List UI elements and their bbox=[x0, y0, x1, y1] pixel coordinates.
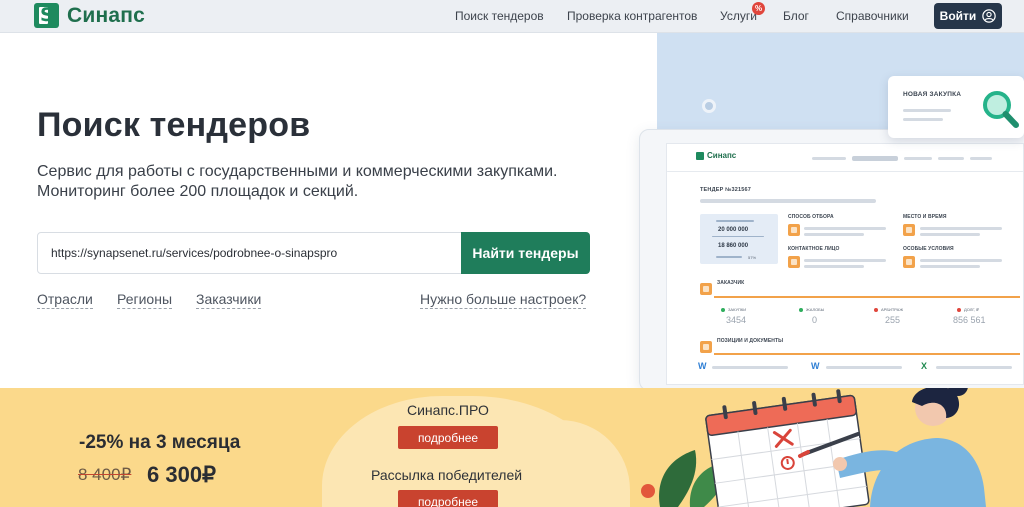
document-bar bbox=[712, 366, 788, 369]
stat-label-debt: ДОЛГ, ₽ bbox=[964, 307, 979, 312]
nav-counterparty-check[interactable]: Проверка контрагентов bbox=[567, 0, 697, 33]
login-button[interactable]: Войти bbox=[934, 3, 1002, 29]
laptop-screen bbox=[666, 143, 1024, 385]
decorative-circle bbox=[702, 99, 716, 113]
positions-divider bbox=[714, 353, 1020, 355]
stat-label-purchases: ЗАКУПКИ bbox=[728, 307, 747, 312]
place-time-icon bbox=[903, 224, 915, 236]
page-title: Поиск тендеров bbox=[37, 106, 311, 144]
special-conditions-label: ОСОБЫЕ УСЛОВИЯ bbox=[903, 246, 954, 252]
stat-dot bbox=[957, 308, 961, 312]
find-tenders-button[interactable]: Найти тендеры bbox=[461, 232, 590, 274]
word-document-icon: W bbox=[698, 361, 707, 371]
contact-person-label: КОНТАКТНОЕ ЛИЦО bbox=[788, 246, 840, 252]
selection-method-label: СПОСОБ ОТБОРА bbox=[788, 214, 834, 220]
mini-header-divider bbox=[667, 171, 1023, 172]
mini-nav-bar bbox=[812, 157, 846, 160]
login-label: Войти bbox=[939, 9, 977, 23]
new-purchase-bar bbox=[903, 109, 951, 112]
promo-discount-text: -25% на 3 месяца bbox=[79, 432, 241, 453]
mini-logo-text: Синапс bbox=[707, 151, 737, 160]
product-sinaps-pro-details-button[interactable]: подробнее bbox=[398, 426, 498, 449]
info-bar bbox=[920, 233, 980, 236]
promo-old-price: 8 400₽ bbox=[78, 465, 132, 484]
tender-search-input[interactable] bbox=[38, 233, 461, 273]
price-final: 18 860 000 bbox=[718, 243, 749, 249]
hero-subtitle-line-1: Сервис для работы с государственными и к… bbox=[37, 163, 558, 180]
customer-label: ЗАКАЗЧИК bbox=[717, 280, 745, 286]
mini-nav-bar bbox=[904, 157, 932, 160]
document-bar bbox=[826, 366, 902, 369]
price-box-bar bbox=[716, 220, 754, 222]
hero-subtitle: Сервис для работы с государственными и к… bbox=[37, 162, 597, 202]
nav-blog[interactable]: Блог bbox=[783, 0, 809, 33]
tender-title-bar bbox=[700, 199, 876, 203]
info-bar bbox=[920, 259, 1002, 262]
info-bar bbox=[804, 227, 886, 230]
info-bar bbox=[920, 265, 980, 268]
positions-documents-label: ПОЗИЦИИ И ДОКУМЕНТЫ bbox=[717, 338, 784, 344]
price-box-bar bbox=[712, 236, 764, 237]
nav-services[interactable]: Услуги bbox=[720, 0, 757, 33]
filter-link-customers[interactable]: Заказчики bbox=[196, 291, 262, 309]
mini-logo: Синапс bbox=[696, 151, 736, 160]
tender-number: ТЕНДЕР №321567 bbox=[700, 187, 752, 193]
price-percent: 57% bbox=[748, 255, 757, 260]
calendar-person-illustration bbox=[641, 388, 986, 507]
place-time-label: МЕСТО И ВРЕМЯ bbox=[903, 214, 947, 220]
mini-nav-bar bbox=[852, 156, 898, 161]
stat-label-arbitration: АРБИТРАЖ bbox=[881, 307, 904, 312]
magnifier-icon bbox=[983, 91, 1019, 128]
hero-subtitle-line-2: Мониторинг более 200 площадок и секций. bbox=[37, 183, 359, 200]
logo-text: Синапс bbox=[67, 3, 146, 27]
top-header: Синапс Поиск тендеров Проверка контраген… bbox=[0, 0, 1024, 33]
customer-icon bbox=[700, 283, 712, 295]
stat-value-arbitration: 255 bbox=[885, 315, 901, 325]
stat-value-debt: 856 561 bbox=[953, 315, 986, 325]
word-document-icon: W bbox=[811, 361, 820, 371]
product-sinaps-pro-title: Синапс.ПРО bbox=[407, 402, 489, 418]
filter-link-regions[interactable]: Регионы bbox=[117, 291, 173, 309]
tender-search-form: Найти тендеры bbox=[37, 232, 590, 274]
excel-document-icon: X bbox=[921, 361, 928, 371]
positions-icon bbox=[700, 341, 712, 353]
info-bar bbox=[804, 259, 886, 262]
logo-mark-icon bbox=[34, 3, 59, 28]
stat-value-purchases: 3454 bbox=[726, 315, 747, 325]
selection-method-icon bbox=[788, 224, 800, 236]
stat-label-complaints: ЖАЛОБЫ bbox=[806, 307, 825, 312]
info-bar bbox=[804, 233, 864, 236]
stat-dot bbox=[721, 308, 725, 312]
site-logo[interactable]: Синапс bbox=[34, 3, 145, 28]
info-bar bbox=[804, 265, 864, 268]
mini-nav-bar bbox=[938, 157, 964, 160]
price-initial: 20 000 000 bbox=[718, 227, 749, 233]
nav-tender-search[interactable]: Поиск тендеров bbox=[455, 0, 544, 33]
user-icon bbox=[982, 9, 997, 23]
price-box-bar bbox=[716, 256, 742, 258]
new-purchase-title: НОВАЯ ЗАКУПКА bbox=[903, 91, 962, 98]
stat-dot bbox=[874, 308, 878, 312]
promo-new-price: 6 300₽ bbox=[147, 462, 217, 487]
stat-value-complaints: 0 bbox=[812, 315, 818, 325]
services-discount-badge: % bbox=[752, 2, 765, 15]
nav-directories[interactable]: Справочники bbox=[836, 0, 909, 33]
document-bar bbox=[936, 366, 1012, 369]
stat-dot bbox=[799, 308, 803, 312]
new-purchase-bar bbox=[903, 118, 943, 121]
filter-link-industries[interactable]: Отрасли bbox=[37, 291, 93, 309]
product-winners-mailing-title: Рассылка победителей bbox=[371, 467, 523, 483]
product-winners-mailing-details-button[interactable]: подробнее bbox=[398, 490, 498, 507]
special-conditions-icon bbox=[903, 256, 915, 268]
contact-person-icon bbox=[788, 256, 800, 268]
customer-divider bbox=[714, 296, 1020, 298]
more-settings-link[interactable]: Нужно больше настроек? bbox=[420, 291, 587, 309]
mini-logo-icon bbox=[696, 151, 704, 160]
mini-nav-bar bbox=[970, 157, 992, 160]
info-bar bbox=[920, 227, 1002, 230]
